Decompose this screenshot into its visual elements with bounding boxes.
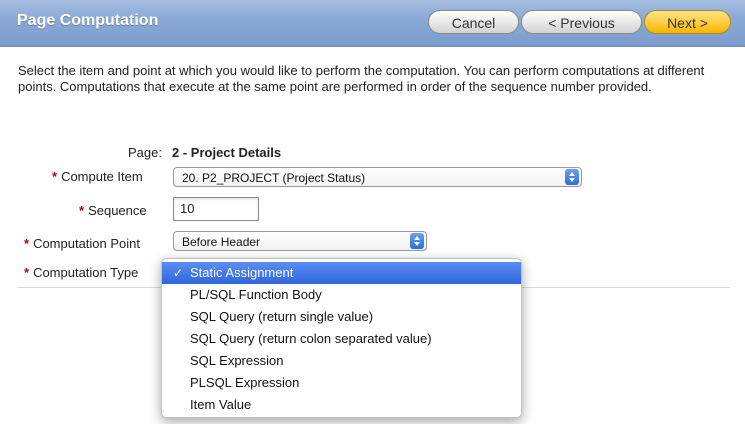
page-label: Page: bbox=[128, 145, 162, 160]
cancel-button[interactable]: Cancel bbox=[428, 10, 519, 34]
select-arrows-icon bbox=[565, 169, 579, 185]
computation-type-label: Computation Type bbox=[33, 265, 139, 280]
dropdown-option[interactable]: SQL Expression bbox=[162, 350, 521, 372]
computation-point-value: Before Header bbox=[182, 235, 261, 249]
checkmark-icon: ✓ bbox=[173, 266, 184, 280]
computation-type-dropdown[interactable]: ✓ Static Assignment PL/SQL Function Body… bbox=[161, 258, 522, 418]
instructions-text: Select the item and point at which you w… bbox=[18, 63, 705, 94]
dropdown-option[interactable]: SQL Query (return single value) bbox=[162, 306, 521, 328]
required-marker: * bbox=[52, 169, 58, 184]
dropdown-option[interactable]: Item Value bbox=[162, 394, 521, 416]
compute-item-label-group: * Compute Item bbox=[52, 169, 143, 184]
next-button[interactable]: Next > bbox=[644, 10, 731, 34]
computation-type-label-group: * Computation Type bbox=[24, 265, 174, 280]
sequence-input[interactable]: 10 bbox=[173, 197, 259, 221]
computation-point-select[interactable]: Before Header bbox=[173, 231, 427, 251]
sequence-label: Sequence bbox=[88, 203, 147, 218]
page-value: 2 - Project Details bbox=[172, 145, 282, 160]
dropdown-option[interactable]: PLSQL Expression bbox=[162, 372, 521, 394]
previous-button[interactable]: < Previous bbox=[521, 10, 642, 34]
dropdown-option[interactable]: PL/SQL Function Body bbox=[162, 284, 521, 306]
page-title: Page Computation bbox=[17, 12, 159, 29]
required-marker: * bbox=[79, 203, 85, 218]
wizard-header: Page Computation Cancel < Previous Next … bbox=[0, 0, 745, 47]
compute-item-value: 20. P2_PROJECT (Project Status) bbox=[182, 171, 366, 185]
required-marker: * bbox=[24, 236, 30, 251]
dropdown-option[interactable]: ✓ Static Assignment bbox=[162, 262, 521, 284]
computation-point-label-group: * Computation Point bbox=[24, 236, 140, 251]
select-arrows-icon bbox=[410, 233, 424, 249]
computation-point-label: Computation Point bbox=[33, 236, 141, 251]
compute-item-select[interactable]: 20. P2_PROJECT (Project Status) bbox=[173, 167, 582, 187]
dropdown-option[interactable]: SQL Query (return colon separated value) bbox=[162, 328, 521, 350]
required-marker: * bbox=[24, 265, 30, 280]
compute-item-label: Compute Item bbox=[61, 169, 143, 184]
sequence-label-group: * Sequence bbox=[79, 203, 147, 218]
